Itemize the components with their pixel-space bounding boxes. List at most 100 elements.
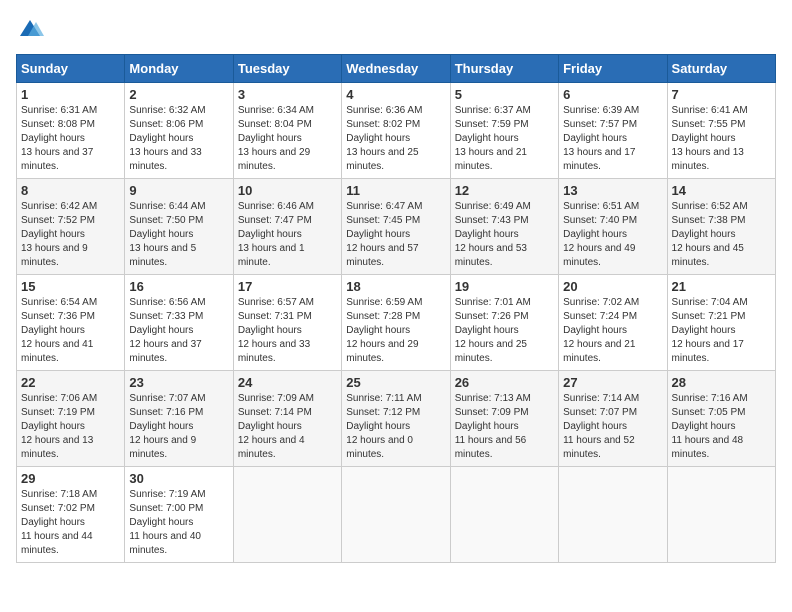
calendar-day-cell: 2Sunrise: 6:32 AMSunset: 8:06 PMDaylight… bbox=[125, 83, 233, 179]
day-info: Sunrise: 6:49 AMSunset: 7:43 PMDaylight … bbox=[455, 200, 554, 270]
day-of-week-header: Monday bbox=[125, 55, 233, 83]
day-info: Sunrise: 6:56 AMSunset: 7:33 PMDaylight … bbox=[129, 296, 228, 366]
calendar-day-cell: 23 Sunrise: 7:07 AMSunset: 7:16 PMDayligh… bbox=[125, 371, 233, 467]
day-number: 16 bbox=[129, 279, 228, 294]
day-number: 12 bbox=[455, 183, 554, 198]
day-number: 7 bbox=[672, 87, 771, 102]
day-number: 9 bbox=[129, 183, 228, 198]
logo bbox=[16, 16, 48, 44]
calendar-day-cell bbox=[559, 467, 667, 563]
calendar-day-cell: 4 Sunrise: 6:36 AMSunset: 8:02 PMDaylight… bbox=[342, 83, 450, 179]
calendar-week-row: 29 Sunrise: 7:18 AMSunset: 7:02 PMDayligh… bbox=[17, 467, 776, 563]
day-number: 11 bbox=[346, 183, 445, 198]
calendar-day-cell: 13 Sunrise: 6:51 AMSunset: 7:40 PMDayligh… bbox=[559, 179, 667, 275]
day-number: 2 bbox=[129, 87, 228, 102]
day-info: Sunrise: 7:02 AMSunset: 7:24 PMDaylight … bbox=[563, 296, 662, 366]
day-info: Sunrise: 6:34 AMSunset: 8:04 PMDaylight … bbox=[238, 104, 337, 174]
calendar-week-row: 22 Sunrise: 7:06 AMSunset: 7:19 PMDayligh… bbox=[17, 371, 776, 467]
calendar-day-cell: 15 Sunrise: 6:54 AMSunset: 7:36 PMDayligh… bbox=[17, 275, 125, 371]
day-number: 18 bbox=[346, 279, 445, 294]
day-number: 15 bbox=[21, 279, 120, 294]
calendar-day-cell: 26Sunrise: 7:13 AMSunset: 7:09 PMDayligh… bbox=[450, 371, 558, 467]
day-number: 6 bbox=[563, 87, 662, 102]
day-info: Sunrise: 6:42 AMSunset: 7:52 PMDaylight … bbox=[21, 200, 120, 270]
day-number: 29 bbox=[21, 471, 120, 486]
day-info: Sunrise: 7:18 AMSunset: 7:02 PMDaylight … bbox=[21, 488, 120, 558]
calendar-day-cell: 24 Sunrise: 7:09 AMSunset: 7:14 PMDayligh… bbox=[233, 371, 341, 467]
day-number: 24 bbox=[238, 375, 337, 390]
day-info: Sunrise: 6:46 AMSunset: 7:47 PMDaylight … bbox=[238, 200, 337, 270]
day-info: Sunrise: 7:11 AMSunset: 7:12 PMDaylight … bbox=[346, 392, 445, 462]
calendar-day-cell bbox=[233, 467, 341, 563]
day-number: 21 bbox=[672, 279, 771, 294]
day-info: Sunrise: 7:19 AMSunset: 7:00 PMDaylight … bbox=[129, 488, 228, 558]
day-info: Sunrise: 6:44 AMSunset: 7:50 PMDaylight … bbox=[129, 200, 228, 270]
day-info: Sunrise: 6:39 AMSunset: 7:57 PMDaylight … bbox=[563, 104, 662, 174]
day-number: 10 bbox=[238, 183, 337, 198]
calendar-day-cell: 9 Sunrise: 6:44 AMSunset: 7:50 PMDaylight… bbox=[125, 179, 233, 275]
day-info: Sunrise: 6:37 AMSunset: 7:59 PMDaylight … bbox=[455, 104, 554, 174]
calendar-day-cell: 17 Sunrise: 6:57 AMSunset: 7:31 PMDayligh… bbox=[233, 275, 341, 371]
calendar-day-cell: 8 Sunrise: 6:42 AMSunset: 7:52 PMDaylight… bbox=[17, 179, 125, 275]
day-number: 1 bbox=[21, 87, 120, 102]
day-number: 8 bbox=[21, 183, 120, 198]
day-number: 5 bbox=[455, 87, 554, 102]
day-number: 13 bbox=[563, 183, 662, 198]
day-of-week-header: Tuesday bbox=[233, 55, 341, 83]
day-info: Sunrise: 6:52 AMSunset: 7:38 PMDaylight … bbox=[672, 200, 771, 270]
calendar-day-cell bbox=[667, 467, 775, 563]
day-info: Sunrise: 7:09 AMSunset: 7:14 PMDaylight … bbox=[238, 392, 337, 462]
day-number: 4 bbox=[346, 87, 445, 102]
day-info: Sunrise: 6:54 AMSunset: 7:36 PMDaylight … bbox=[21, 296, 120, 366]
day-number: 17 bbox=[238, 279, 337, 294]
header bbox=[16, 16, 776, 44]
day-number: 22 bbox=[21, 375, 120, 390]
day-number: 3 bbox=[238, 87, 337, 102]
calendar-week-row: 1Sunrise: 6:31 AMSunset: 8:08 PMDaylight… bbox=[17, 83, 776, 179]
calendar-day-cell: 25 Sunrise: 7:11 AMSunset: 7:12 PMDayligh… bbox=[342, 371, 450, 467]
day-number: 23 bbox=[129, 375, 228, 390]
day-info: Sunrise: 7:14 AMSunset: 7:07 PMDaylight … bbox=[563, 392, 662, 462]
calendar-day-cell: 12 Sunrise: 6:49 AMSunset: 7:43 PMDayligh… bbox=[450, 179, 558, 275]
day-number: 28 bbox=[672, 375, 771, 390]
calendar-day-cell: 11 Sunrise: 6:47 AMSunset: 7:45 PMDayligh… bbox=[342, 179, 450, 275]
logo-icon bbox=[16, 16, 44, 44]
calendar-week-row: 8 Sunrise: 6:42 AMSunset: 7:52 PMDaylight… bbox=[17, 179, 776, 275]
day-number: 30 bbox=[129, 471, 228, 486]
calendar-day-cell: 10 Sunrise: 6:46 AMSunset: 7:47 PMDayligh… bbox=[233, 179, 341, 275]
day-of-week-header: Sunday bbox=[17, 55, 125, 83]
day-info: Sunrise: 7:04 AMSunset: 7:21 PMDaylight … bbox=[672, 296, 771, 366]
day-info: Sunrise: 7:06 AMSunset: 7:19 PMDaylight … bbox=[21, 392, 120, 462]
day-of-week-header: Thursday bbox=[450, 55, 558, 83]
calendar-day-cell: 29 Sunrise: 7:18 AMSunset: 7:02 PMDayligh… bbox=[17, 467, 125, 563]
day-info: Sunrise: 6:47 AMSunset: 7:45 PMDaylight … bbox=[346, 200, 445, 270]
calendar-day-cell: 22 Sunrise: 7:06 AMSunset: 7:19 PMDayligh… bbox=[17, 371, 125, 467]
calendar-day-cell: 28Sunrise: 7:16 AMSunset: 7:05 PMDayligh… bbox=[667, 371, 775, 467]
calendar-day-cell bbox=[342, 467, 450, 563]
calendar-day-cell: 6 Sunrise: 6:39 AMSunset: 7:57 PMDaylight… bbox=[559, 83, 667, 179]
day-info: Sunrise: 6:36 AMSunset: 8:02 PMDaylight … bbox=[346, 104, 445, 174]
calendar-day-cell: 7 Sunrise: 6:41 AMSunset: 7:55 PMDaylight… bbox=[667, 83, 775, 179]
calendar-day-cell: 18 Sunrise: 6:59 AMSunset: 7:28 PMDayligh… bbox=[342, 275, 450, 371]
day-info: Sunrise: 6:59 AMSunset: 7:28 PMDaylight … bbox=[346, 296, 445, 366]
calendar-day-cell: 5 Sunrise: 6:37 AMSunset: 7:59 PMDaylight… bbox=[450, 83, 558, 179]
day-info: Sunrise: 7:07 AMSunset: 7:16 PMDaylight … bbox=[129, 392, 228, 462]
calendar-day-cell bbox=[450, 467, 558, 563]
calendar-day-cell: 20Sunrise: 7:02 AMSunset: 7:24 PMDayligh… bbox=[559, 275, 667, 371]
calendar-day-cell: 19 Sunrise: 7:01 AMSunset: 7:26 PMDayligh… bbox=[450, 275, 558, 371]
day-info: Sunrise: 6:41 AMSunset: 7:55 PMDaylight … bbox=[672, 104, 771, 174]
day-number: 27 bbox=[563, 375, 662, 390]
calendar-day-cell: 30 Sunrise: 7:19 AMSunset: 7:00 PMDayligh… bbox=[125, 467, 233, 563]
calendar-day-cell: 21 Sunrise: 7:04 AMSunset: 7:21 PMDayligh… bbox=[667, 275, 775, 371]
day-info: Sunrise: 6:57 AMSunset: 7:31 PMDaylight … bbox=[238, 296, 337, 366]
day-of-week-header: Saturday bbox=[667, 55, 775, 83]
day-number: 19 bbox=[455, 279, 554, 294]
day-of-week-header: Wednesday bbox=[342, 55, 450, 83]
day-info: Sunrise: 7:01 AMSunset: 7:26 PMDaylight … bbox=[455, 296, 554, 366]
calendar-day-cell: 14Sunrise: 6:52 AMSunset: 7:38 PMDayligh… bbox=[667, 179, 775, 275]
calendar-week-row: 15 Sunrise: 6:54 AMSunset: 7:36 PMDayligh… bbox=[17, 275, 776, 371]
day-number: 25 bbox=[346, 375, 445, 390]
calendar-header: SundayMondayTuesdayWednesdayThursdayFrid… bbox=[17, 55, 776, 83]
calendar-day-cell: 3 Sunrise: 6:34 AMSunset: 8:04 PMDaylight… bbox=[233, 83, 341, 179]
day-info: Sunrise: 6:51 AMSunset: 7:40 PMDaylight … bbox=[563, 200, 662, 270]
